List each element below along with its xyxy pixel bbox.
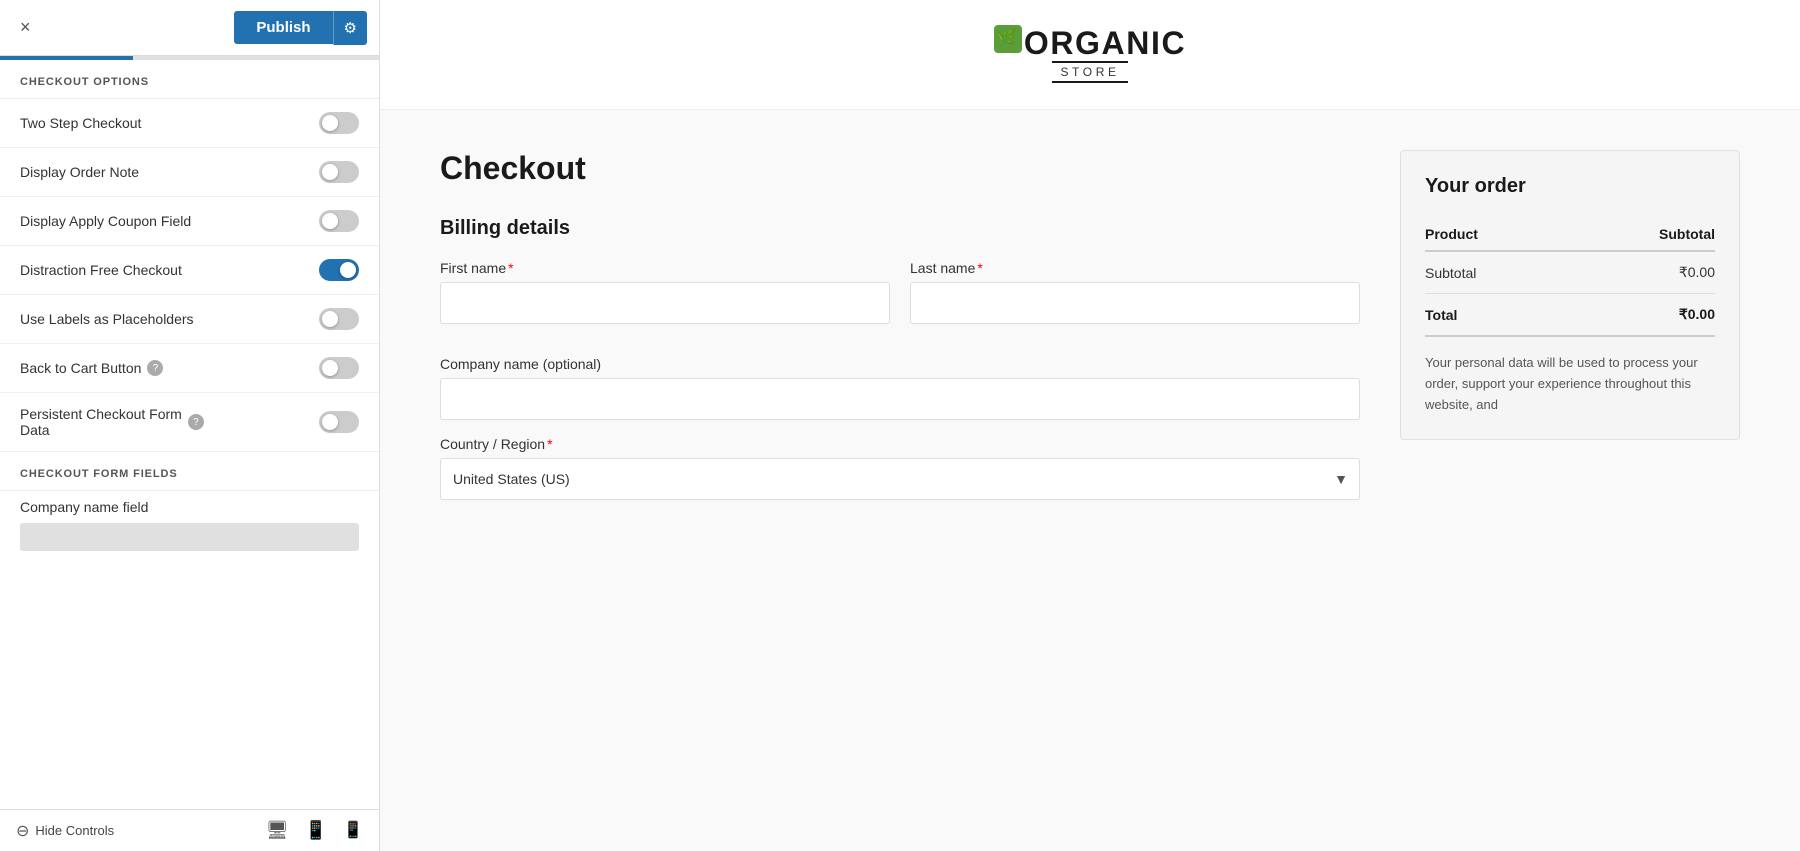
- back-cart-toggle[interactable]: [319, 357, 359, 379]
- subtotal-row: Subtotal ₹0.00: [1425, 251, 1715, 294]
- toggle-knob: [340, 262, 356, 278]
- two-step-label: Two Step Checkout: [20, 115, 141, 131]
- two-step-toggle[interactable]: [319, 112, 359, 134]
- publish-area: Publish ⚙: [234, 11, 367, 45]
- first-name-label-text: First name: [440, 260, 506, 276]
- product-col-header: Product: [1425, 218, 1566, 251]
- labels-toggle[interactable]: [319, 308, 359, 330]
- persistent-help-icon[interactable]: ?: [188, 414, 204, 430]
- last-name-input[interactable]: [910, 282, 1360, 324]
- toggle-knob: [322, 213, 338, 229]
- checkout-form-fields-header: CHECKOUT FORM FIELDS: [0, 452, 379, 491]
- subtotal-label: Subtotal: [1425, 251, 1566, 294]
- toggle-row-order-note: Display Order Note: [0, 148, 379, 197]
- toggle-row-back-cart: Back to Cart Button ?: [0, 344, 379, 393]
- settings-button[interactable]: ⚙: [333, 11, 367, 45]
- right-panel: 🌿ORGANIC STORE Checkout Billing details …: [380, 0, 1800, 851]
- toggle-knob: [322, 164, 338, 180]
- total-value: ₹0.00: [1566, 294, 1715, 337]
- company-name-label: Company name (optional): [440, 356, 1360, 372]
- toggle-knob: [322, 360, 338, 376]
- toggle-track[interactable]: [319, 210, 359, 232]
- toggle-knob: [322, 311, 338, 327]
- billing-title: Billing details: [440, 217, 1360, 240]
- toggle-knob: [322, 115, 338, 131]
- back-cart-help-icon[interactable]: ?: [147, 360, 163, 376]
- total-row: Total ₹0.00: [1425, 294, 1715, 337]
- top-bar: × Publish ⚙: [0, 0, 379, 56]
- total-label: Total: [1425, 294, 1566, 337]
- last-name-required: *: [977, 260, 982, 276]
- country-label: Country / Region*: [440, 436, 1360, 452]
- logo-text: 🌿ORGANIC: [994, 27, 1186, 59]
- tablet-icon[interactable]: 📱: [305, 820, 327, 841]
- persistent-toggle[interactable]: [319, 411, 359, 433]
- checkout-title: Checkout: [440, 150, 1360, 187]
- logo-container: 🌿ORGANIC STORE: [994, 27, 1186, 83]
- toggle-knob: [322, 414, 338, 430]
- first-name-group: First name*: [440, 260, 890, 324]
- checkout-options-header: CHECKOUT OPTIONS: [0, 60, 379, 99]
- toggle-track[interactable]: [319, 357, 359, 379]
- logo-leaf-icon: 🌿: [994, 25, 1022, 53]
- privacy-text: Your personal data will be used to proce…: [1425, 353, 1715, 415]
- last-name-label-text: Last name: [910, 260, 975, 276]
- company-field-slider[interactable]: [20, 523, 359, 551]
- distraction-free-label: Distraction Free Checkout: [20, 262, 182, 278]
- back-cart-label: Back to Cart Button ?: [20, 360, 163, 376]
- distraction-free-toggle[interactable]: [319, 259, 359, 281]
- toggle-row-two-step: Two Step Checkout: [0, 99, 379, 148]
- first-name-input[interactable]: [440, 282, 890, 324]
- logo-store: STORE: [1052, 61, 1127, 83]
- first-name-required: *: [508, 260, 513, 276]
- checkout-content: Checkout Billing details First name* Las…: [380, 110, 1800, 556]
- order-summary: Your order Product Subtotal Subtotal ₹0.…: [1400, 150, 1740, 440]
- labels-label: Use Labels as Placeholders: [20, 311, 194, 327]
- toggle-track[interactable]: [319, 112, 359, 134]
- toggle-track[interactable]: [319, 411, 359, 433]
- toggle-row-labels: Use Labels as Placeholders: [0, 295, 379, 344]
- company-name-input[interactable]: [440, 378, 1360, 420]
- toggle-track-on[interactable]: [319, 259, 359, 281]
- name-row: First name* Last name*: [440, 260, 1360, 340]
- toggle-row-distraction-free: Distraction Free Checkout: [0, 246, 379, 295]
- coupon-label: Display Apply Coupon Field: [20, 213, 191, 229]
- order-note-toggle[interactable]: [319, 161, 359, 183]
- company-name-group: Company name (optional): [440, 356, 1360, 420]
- desktop-icon[interactable]: 🖥: [266, 820, 289, 841]
- order-table: Product Subtotal Subtotal ₹0.00 Total ₹0…: [1425, 218, 1715, 337]
- persistent-label: Persistent Checkout FormData ?: [20, 406, 204, 438]
- order-note-label: Display Order Note: [20, 164, 139, 180]
- first-name-label: First name*: [440, 260, 890, 276]
- hide-controls-circle-icon: ⊖: [16, 821, 29, 841]
- checkout-form-section: Checkout Billing details First name* Las…: [440, 150, 1360, 516]
- site-header: 🌿ORGANIC STORE: [380, 0, 1800, 110]
- mobile-icon[interactable]: 📱: [343, 820, 363, 841]
- bottom-controls: ⊖ Hide Controls 🖥 📱 📱: [0, 809, 379, 851]
- country-select[interactable]: United States (US): [440, 458, 1360, 500]
- subtotal-col-header: Subtotal: [1566, 218, 1715, 251]
- toggle-track[interactable]: [319, 161, 359, 183]
- company-field-label: Company name field: [20, 499, 359, 515]
- toggle-track[interactable]: [319, 308, 359, 330]
- order-title: Your order: [1425, 175, 1715, 198]
- subtotal-value: ₹0.00: [1566, 251, 1715, 294]
- hide-controls-button[interactable]: ⊖ Hide Controls: [16, 821, 114, 841]
- toggle-row-persistent: Persistent Checkout FormData ?: [0, 393, 379, 452]
- logo-name: ORGANIC: [1024, 25, 1186, 61]
- hide-controls-label: Hide Controls: [35, 823, 114, 838]
- last-name-label: Last name*: [910, 260, 1360, 276]
- country-group: Country / Region* United States (US) ▼: [440, 436, 1360, 500]
- country-label-text: Country / Region: [440, 436, 545, 452]
- close-button[interactable]: ×: [12, 13, 39, 42]
- device-icons: 🖥 📱 📱: [266, 820, 363, 841]
- company-field-section: Company name field: [0, 491, 379, 559]
- publish-button[interactable]: Publish: [234, 11, 332, 44]
- toggle-row-coupon: Display Apply Coupon Field: [0, 197, 379, 246]
- coupon-toggle[interactable]: [319, 210, 359, 232]
- left-panel: × Publish ⚙ CHECKOUT OPTIONS Two Step Ch…: [0, 0, 380, 851]
- country-select-wrapper: United States (US) ▼: [440, 458, 1360, 500]
- last-name-group: Last name*: [910, 260, 1360, 324]
- country-required: *: [547, 436, 552, 452]
